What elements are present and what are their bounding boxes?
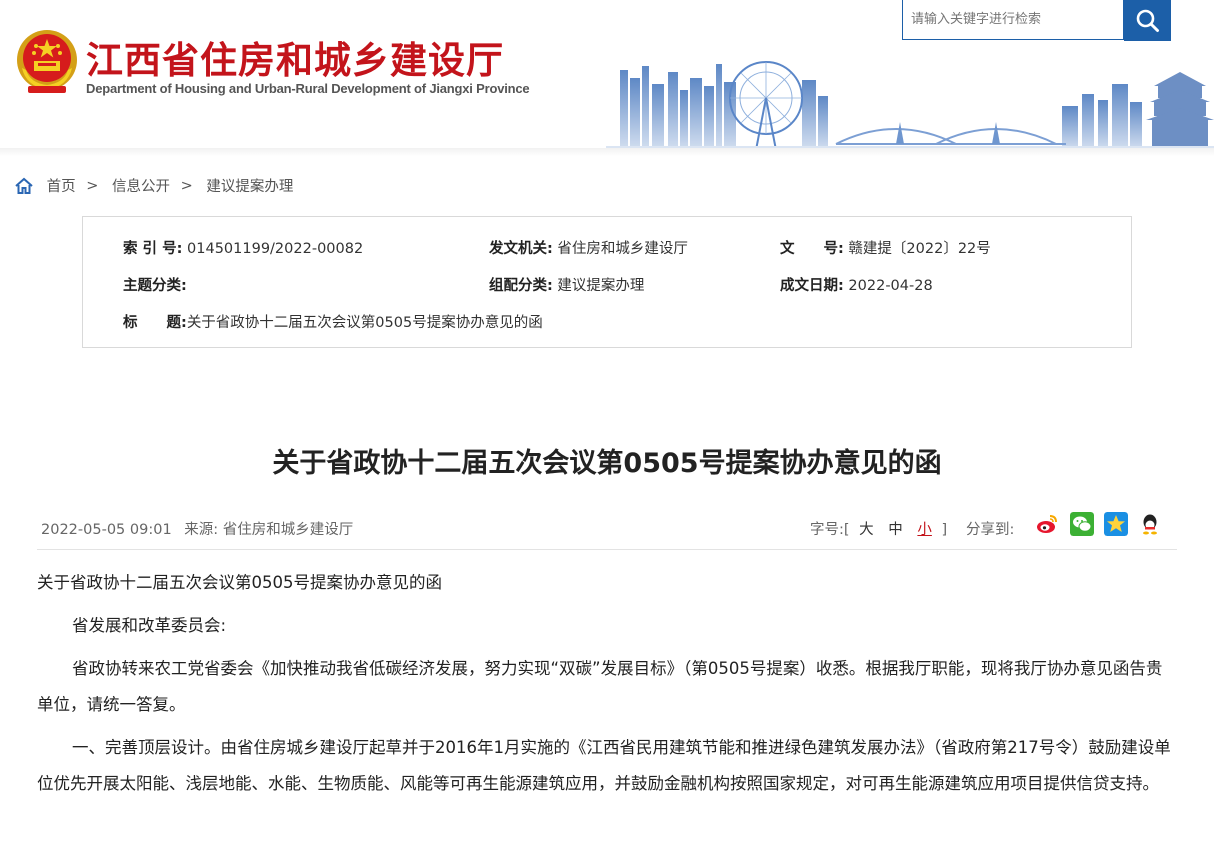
wechat-icon[interactable] bbox=[1070, 512, 1094, 536]
site-subtitle: Department of Housing and Urban-Rural De… bbox=[86, 81, 530, 96]
body-paragraph: 关于省政协十二届五次会议第0505号提案协办意见的函 bbox=[37, 573, 442, 592]
meta-group: 组配分类: 建议提案办理 bbox=[489, 274, 644, 295]
site-title[interactable]: 江西省住房和城乡建设厅 bbox=[86, 30, 504, 84]
city-skyline-banner bbox=[606, 61, 1214, 150]
meta-group-value: 建议提案办理 bbox=[557, 278, 645, 294]
meta-topic: 主题分类: bbox=[123, 274, 187, 295]
meta-issuer-label: 发文机关: bbox=[489, 241, 553, 257]
share-label: 分享到: bbox=[966, 522, 1015, 538]
source-value: 省住房和城乡建设厅 bbox=[222, 522, 354, 538]
meta-docno-value: 赣建提〔2022〕22号 bbox=[848, 241, 991, 257]
font-size-bracket-open: [ bbox=[843, 522, 850, 538]
article-title: 关于省政协十二届五次会议第0505号提案协办意见的函 bbox=[272, 448, 942, 479]
font-size-small[interactable]: 小 bbox=[917, 522, 932, 538]
font-size-bracket-close: ] bbox=[941, 522, 948, 538]
breadcrumb-info-disclosure[interactable]: 信息公开 bbox=[112, 179, 170, 195]
source-label: 来源: bbox=[184, 522, 219, 538]
meta-date-value: 2022-04-28 bbox=[848, 278, 933, 294]
meta-docno-label: 文 号: bbox=[780, 241, 844, 257]
search-button[interactable] bbox=[1124, 0, 1171, 41]
breadcrumb-separator: > bbox=[86, 177, 99, 194]
meta-doc-number: 文 号: 赣建提〔2022〕22号 bbox=[780, 237, 991, 258]
meta-title: 标 题:关于省政协十二届五次会议第0505号提案协办意见的函 bbox=[123, 311, 543, 332]
search-icon bbox=[1136, 9, 1159, 32]
body-paragraph: 一、完善顶层设计。由省住房城乡建设厅起草并于2016年1月实施的《江西省民用建筑… bbox=[37, 738, 1171, 793]
qq-icon[interactable] bbox=[1138, 512, 1162, 536]
meta-index-label: 索 引 号: bbox=[123, 241, 183, 257]
font-size-control: 字号:[ 大 中 小 ] bbox=[810, 518, 947, 539]
home-icon[interactable] bbox=[14, 177, 34, 195]
meta-issuer: 发文机关: 省住房和城乡建设厅 bbox=[489, 237, 688, 258]
article-divider bbox=[37, 549, 1177, 550]
meta-index-number: 索 引 号: 014501199/2022-00082 bbox=[123, 237, 363, 258]
national-emblem-icon[interactable] bbox=[14, 28, 80, 96]
search-input[interactable] bbox=[902, 0, 1124, 40]
body-paragraph: 省政协转来农工党省委会《加快推动我省低碳经济发展，努力实现“双碳”发展目标》（第… bbox=[37, 659, 1163, 714]
breadcrumb-separator: > bbox=[180, 177, 193, 194]
meta-index-value: 014501199/2022-00082 bbox=[187, 241, 364, 257]
meta-topic-label: 主题分类: bbox=[123, 278, 187, 294]
publish-time: 2022-05-05 09:01 bbox=[41, 522, 172, 538]
font-size-large[interactable]: 大 bbox=[859, 522, 874, 538]
meta-title-value: 关于省政协十二届五次会议第0505号提案协办意见的函 bbox=[186, 315, 543, 331]
header-divider bbox=[0, 148, 1214, 156]
article-body: 关于省政协十二届五次会议第0505号提案协办意见的函 省发展和改革委员会: 省政… bbox=[37, 565, 1178, 802]
qzone-icon[interactable] bbox=[1104, 512, 1128, 536]
body-paragraph: 省发展和改革委员会: bbox=[72, 616, 227, 635]
meta-title-label: 标 题: bbox=[123, 315, 187, 331]
breadcrumb-home[interactable]: 首页 bbox=[47, 179, 76, 195]
meta-date: 成文日期: 2022-04-28 bbox=[780, 274, 933, 295]
document-metadata-panel: 索 引 号: 014501199/2022-00082 发文机关: 省住房和城乡… bbox=[82, 216, 1132, 348]
article-info-bar: 2022-05-05 09:01 来源: 省住房和城乡建设厅 bbox=[41, 518, 353, 539]
site-header: 江西省住房和城乡建设厅 Department of Housing and Ur… bbox=[0, 0, 1214, 150]
font-size-medium[interactable]: 中 bbox=[888, 522, 903, 538]
weibo-icon[interactable] bbox=[1035, 512, 1059, 536]
meta-date-label: 成文日期: bbox=[780, 278, 844, 294]
breadcrumb-proposal-handling[interactable]: 建议提案办理 bbox=[206, 179, 293, 195]
font-size-label: 字号: bbox=[810, 522, 844, 538]
meta-issuer-value: 省住房和城乡建设厅 bbox=[557, 241, 688, 257]
breadcrumb: 首页 > 信息公开 > 建议提案办理 bbox=[14, 175, 293, 196]
meta-group-label: 组配分类: bbox=[489, 278, 553, 294]
